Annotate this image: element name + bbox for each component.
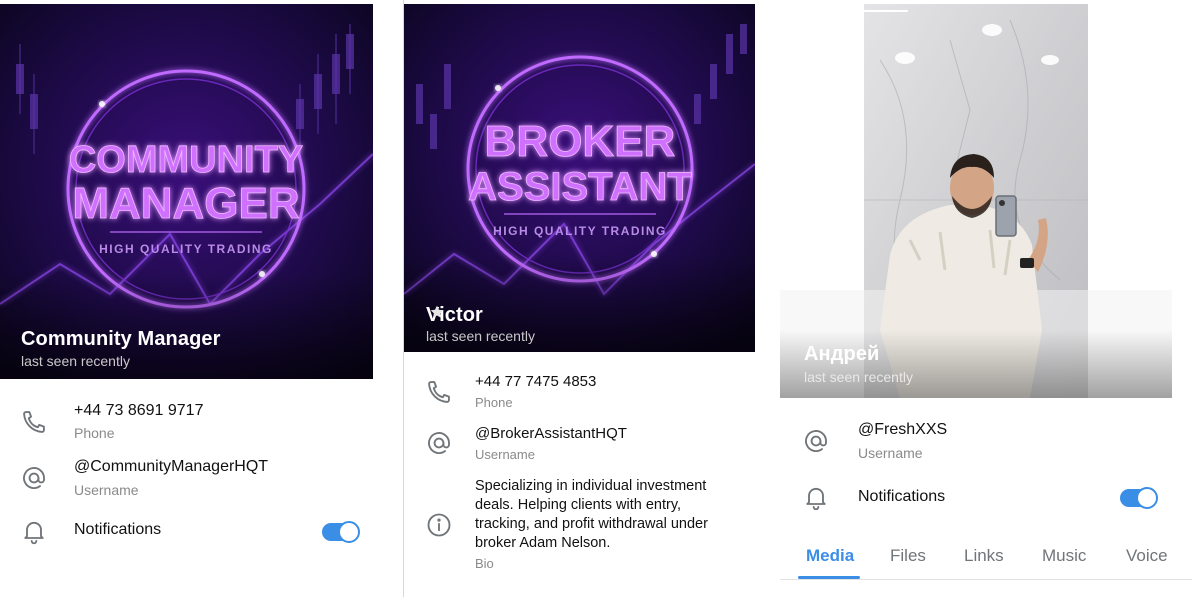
phone-label: Phone [475, 395, 513, 410]
notifications-label: Notifications [858, 488, 946, 505]
username-label: Username [858, 445, 923, 461]
toggle-knob [338, 521, 360, 543]
cover-tagline: HIGH QUALITY TRADING [493, 224, 667, 238]
bio-line-4: broker Adam Nelson. [475, 535, 611, 551]
active-tab-indicator [798, 576, 860, 579]
bio-line-3: tracking, and profit withdrawal under [475, 516, 708, 532]
toggle-knob [1136, 487, 1158, 509]
profile-panel-broker-assistant: BROKER ASSISTANT HIGH QUALITY TRADING Vi… [403, 0, 771, 597]
profile-photo [780, 0, 1172, 398]
username-row[interactable]: @FreshXXS Username [780, 418, 1192, 468]
story-progress-bar [852, 10, 908, 12]
profile-panel-community-manager: COMMUNITY MANAGER HIGH QUALITY TRADING C… [0, 0, 392, 597]
info-icon [427, 513, 451, 537]
chevron-right-icon[interactable] [1128, 181, 1152, 221]
tab-files[interactable]: Files [890, 546, 926, 566]
tab-voice[interactable]: Voice [1126, 546, 1168, 566]
cover-title-line1: COMMUNITY [69, 139, 303, 181]
username-value[interactable]: @FreshXXS [858, 421, 947, 439]
bell-icon [24, 521, 44, 545]
phone-value[interactable]: +44 77 7475 4853 [475, 373, 596, 390]
tab-music[interactable]: Music [1042, 546, 1086, 566]
profile-status: last seen recently [21, 353, 130, 369]
username-label: Username [475, 447, 535, 462]
phone-icon [23, 411, 45, 433]
username-label: Username [74, 482, 139, 498]
tab-links[interactable]: Links [964, 546, 1004, 566]
cover-artwork: BROKER ASSISTANT HIGH QUALITY TRADING [404, 4, 755, 352]
username-row[interactable]: @BrokerAssistantHQT Username [404, 420, 771, 468]
phone-value[interactable]: +44 73 8691 9717 [74, 402, 203, 420]
bio-line-1: Specializing in individual investment [475, 478, 707, 494]
tab-media[interactable]: Media [806, 546, 854, 566]
phone-icon [428, 381, 450, 403]
cover-title-line1: BROKER [485, 117, 676, 166]
username-row[interactable]: @CommunityManagerHQT Username [0, 455, 392, 505]
profile-name: Community Manager [21, 328, 221, 350]
notifications-toggle[interactable] [322, 521, 360, 543]
profile-cover-image[interactable]: BROKER ASSISTANT HIGH QUALITY TRADING Vi… [404, 4, 755, 352]
bio-row[interactable]: Specializing in individual investment de… [404, 474, 771, 574]
bio-line-2: deals. Helping clients with entry, [475, 497, 682, 513]
username-value[interactable]: @CommunityManagerHQT [74, 458, 268, 476]
at-sign-icon [805, 430, 827, 452]
cover-title-line2: ASSISTANT [468, 165, 692, 209]
notifications-row[interactable]: Notifications [780, 480, 1192, 516]
bio-label: Bio [475, 556, 494, 571]
star-icon [430, 305, 444, 318]
profile-name: Андрей [804, 343, 880, 365]
notifications-label: Notifications [74, 521, 162, 538]
cover-tagline: HIGH QUALITY TRADING [99, 242, 273, 256]
profile-panel-andrey: Андрей last seen recently @FreshXXS User… [780, 0, 1192, 597]
bell-icon [806, 487, 826, 511]
media-tabs: Media Files Links Music Voice [780, 538, 1192, 580]
profile-cover-image[interactable]: COMMUNITY MANAGER HIGH QUALITY TRADING C… [0, 4, 373, 379]
username-value[interactable]: @BrokerAssistantHQT [475, 425, 627, 442]
profile-cover-photo[interactable]: Андрей last seen recently [780, 0, 1172, 398]
notifications-toggle[interactable] [1120, 487, 1158, 509]
profile-name: Victor [426, 304, 483, 327]
at-sign-icon [23, 467, 45, 489]
phone-row[interactable]: +44 77 7475 4853 Phone [404, 368, 771, 416]
profile-status: last seen recently [426, 328, 535, 344]
phone-row[interactable]: +44 73 8691 9717 Phone [0, 398, 392, 448]
cover-artwork: COMMUNITY MANAGER HIGH QUALITY TRADING [0, 4, 373, 379]
profile-status: last seen recently [804, 369, 913, 385]
notifications-row[interactable]: Notifications [0, 514, 392, 550]
cover-title-line2: MANAGER [72, 179, 299, 228]
phone-label: Phone [74, 425, 115, 441]
at-sign-icon [428, 432, 450, 454]
